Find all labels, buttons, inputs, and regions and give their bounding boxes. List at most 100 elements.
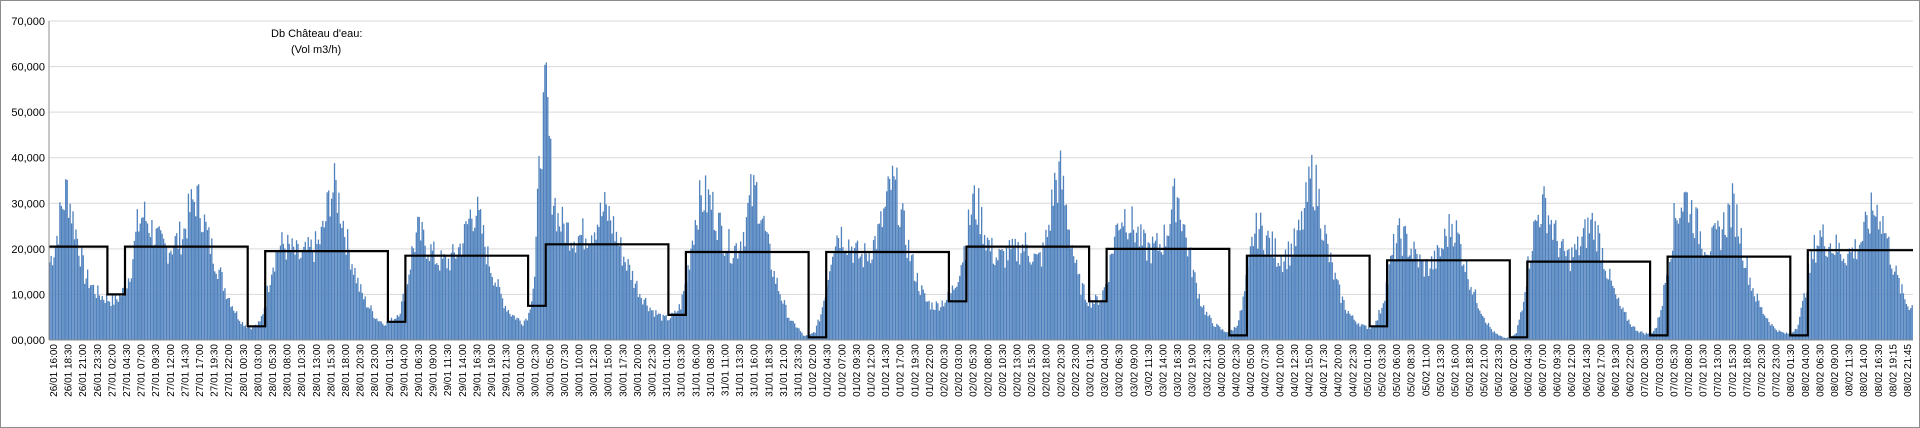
data-bar — [424, 245, 426, 340]
data-bar — [88, 288, 90, 340]
data-bar — [1902, 293, 1905, 340]
data-bar — [199, 218, 201, 340]
data-bar — [571, 248, 574, 340]
y-tick-label: 60,000 — [11, 62, 45, 74]
data-bar — [837, 237, 840, 340]
data-bar — [481, 233, 483, 340]
data-bar — [1037, 253, 1040, 340]
data-bar — [858, 258, 860, 340]
data-bar — [1803, 293, 1805, 340]
data-bar — [645, 297, 647, 340]
data-bar — [1820, 236, 1823, 340]
data-bar — [849, 250, 851, 340]
y-tick-label: 30,000 — [11, 198, 45, 210]
data-bar — [615, 231, 618, 340]
data-bar — [574, 252, 577, 340]
data-bar — [1368, 327, 1370, 340]
data-bar — [531, 301, 533, 340]
data-bar — [386, 321, 388, 340]
data-bar — [1617, 297, 1620, 340]
x-tick-label: 08/02 19:15 — [1888, 344, 1899, 397]
data-bar — [960, 264, 962, 340]
data-bar — [1575, 249, 1577, 340]
x-tick-label: 02/02 10:30 — [998, 344, 1009, 397]
data-bar — [928, 300, 930, 340]
data-bar — [1151, 236, 1154, 340]
data-bar — [715, 230, 717, 340]
data-bar — [855, 242, 857, 340]
data-bar — [761, 218, 764, 340]
data-bar — [1328, 262, 1330, 340]
data-bar — [124, 294, 127, 340]
data-bar — [1433, 250, 1436, 340]
data-bar — [1205, 311, 1208, 340]
data-bar — [1392, 234, 1395, 340]
x-tick-label: 01/02 09:30 — [852, 344, 863, 397]
data-bar — [186, 238, 188, 340]
data-bar — [1658, 316, 1661, 340]
data-bar — [482, 225, 485, 340]
data-bar — [339, 223, 342, 340]
data-bar — [533, 276, 536, 340]
data-bar — [1143, 229, 1145, 340]
data-bar — [1172, 186, 1174, 340]
data-bar — [1904, 299, 1906, 340]
data-bar — [1176, 197, 1179, 340]
data-bar — [458, 247, 460, 340]
data-bar — [621, 265, 623, 340]
data-bar — [97, 285, 99, 340]
data-bar — [744, 246, 746, 340]
x-tick-label: 01/02 17:00 — [896, 344, 907, 397]
data-bar — [813, 332, 815, 340]
data-bar — [569, 250, 571, 340]
data-bar — [601, 216, 603, 340]
data-bar — [1645, 332, 1647, 340]
data-bar — [1258, 229, 1260, 340]
x-tick-label: 04/02 02:30 — [1232, 344, 1243, 397]
x-tick-label: 08/02 11:30 — [1845, 344, 1856, 397]
data-bar — [1484, 322, 1487, 340]
data-bar — [1698, 244, 1700, 340]
data-bar — [1346, 313, 1348, 340]
data-bar — [176, 233, 178, 340]
data-bar — [542, 92, 545, 341]
data-bar — [1663, 284, 1665, 340]
data-bar — [437, 265, 439, 340]
data-bar — [582, 218, 584, 340]
data-bar — [174, 236, 176, 340]
data-bar — [161, 233, 163, 340]
data-bar — [266, 285, 268, 340]
data-bar — [525, 318, 527, 340]
data-bar — [633, 288, 635, 340]
data-bar — [1875, 216, 1877, 340]
data-bar — [941, 300, 943, 340]
data-bar — [706, 212, 708, 340]
data-bar — [655, 310, 657, 340]
data-bar — [1613, 288, 1615, 340]
data-bar — [1077, 274, 1079, 340]
data-bar — [1127, 239, 1129, 340]
data-bar — [1090, 307, 1092, 340]
data-bar — [89, 285, 92, 340]
x-tick-label: 30/01 10:00 — [575, 344, 586, 397]
x-tick-label: 01/02 04:30 — [823, 344, 834, 397]
data-bar — [1347, 311, 1349, 340]
data-bar — [463, 223, 466, 340]
x-tick-label: 04/02 07:30 — [1261, 344, 1272, 397]
data-bar — [436, 263, 438, 340]
data-bar — [1745, 267, 1747, 340]
data-bar — [1075, 259, 1078, 340]
data-bar — [341, 227, 343, 340]
data-bar — [953, 289, 955, 340]
data-bar — [926, 301, 929, 340]
data-bar — [133, 240, 136, 340]
data-bar — [1533, 221, 1535, 340]
data-bar — [678, 304, 680, 340]
data-bar — [1563, 250, 1566, 340]
data-bar — [208, 227, 210, 340]
x-tick-label: 06/02 07:00 — [1538, 344, 1549, 397]
data-bar — [925, 301, 927, 340]
x-tick-label: 04/02 22:30 — [1348, 344, 1359, 397]
data-bar — [228, 297, 230, 340]
data-bar — [1211, 323, 1214, 340]
